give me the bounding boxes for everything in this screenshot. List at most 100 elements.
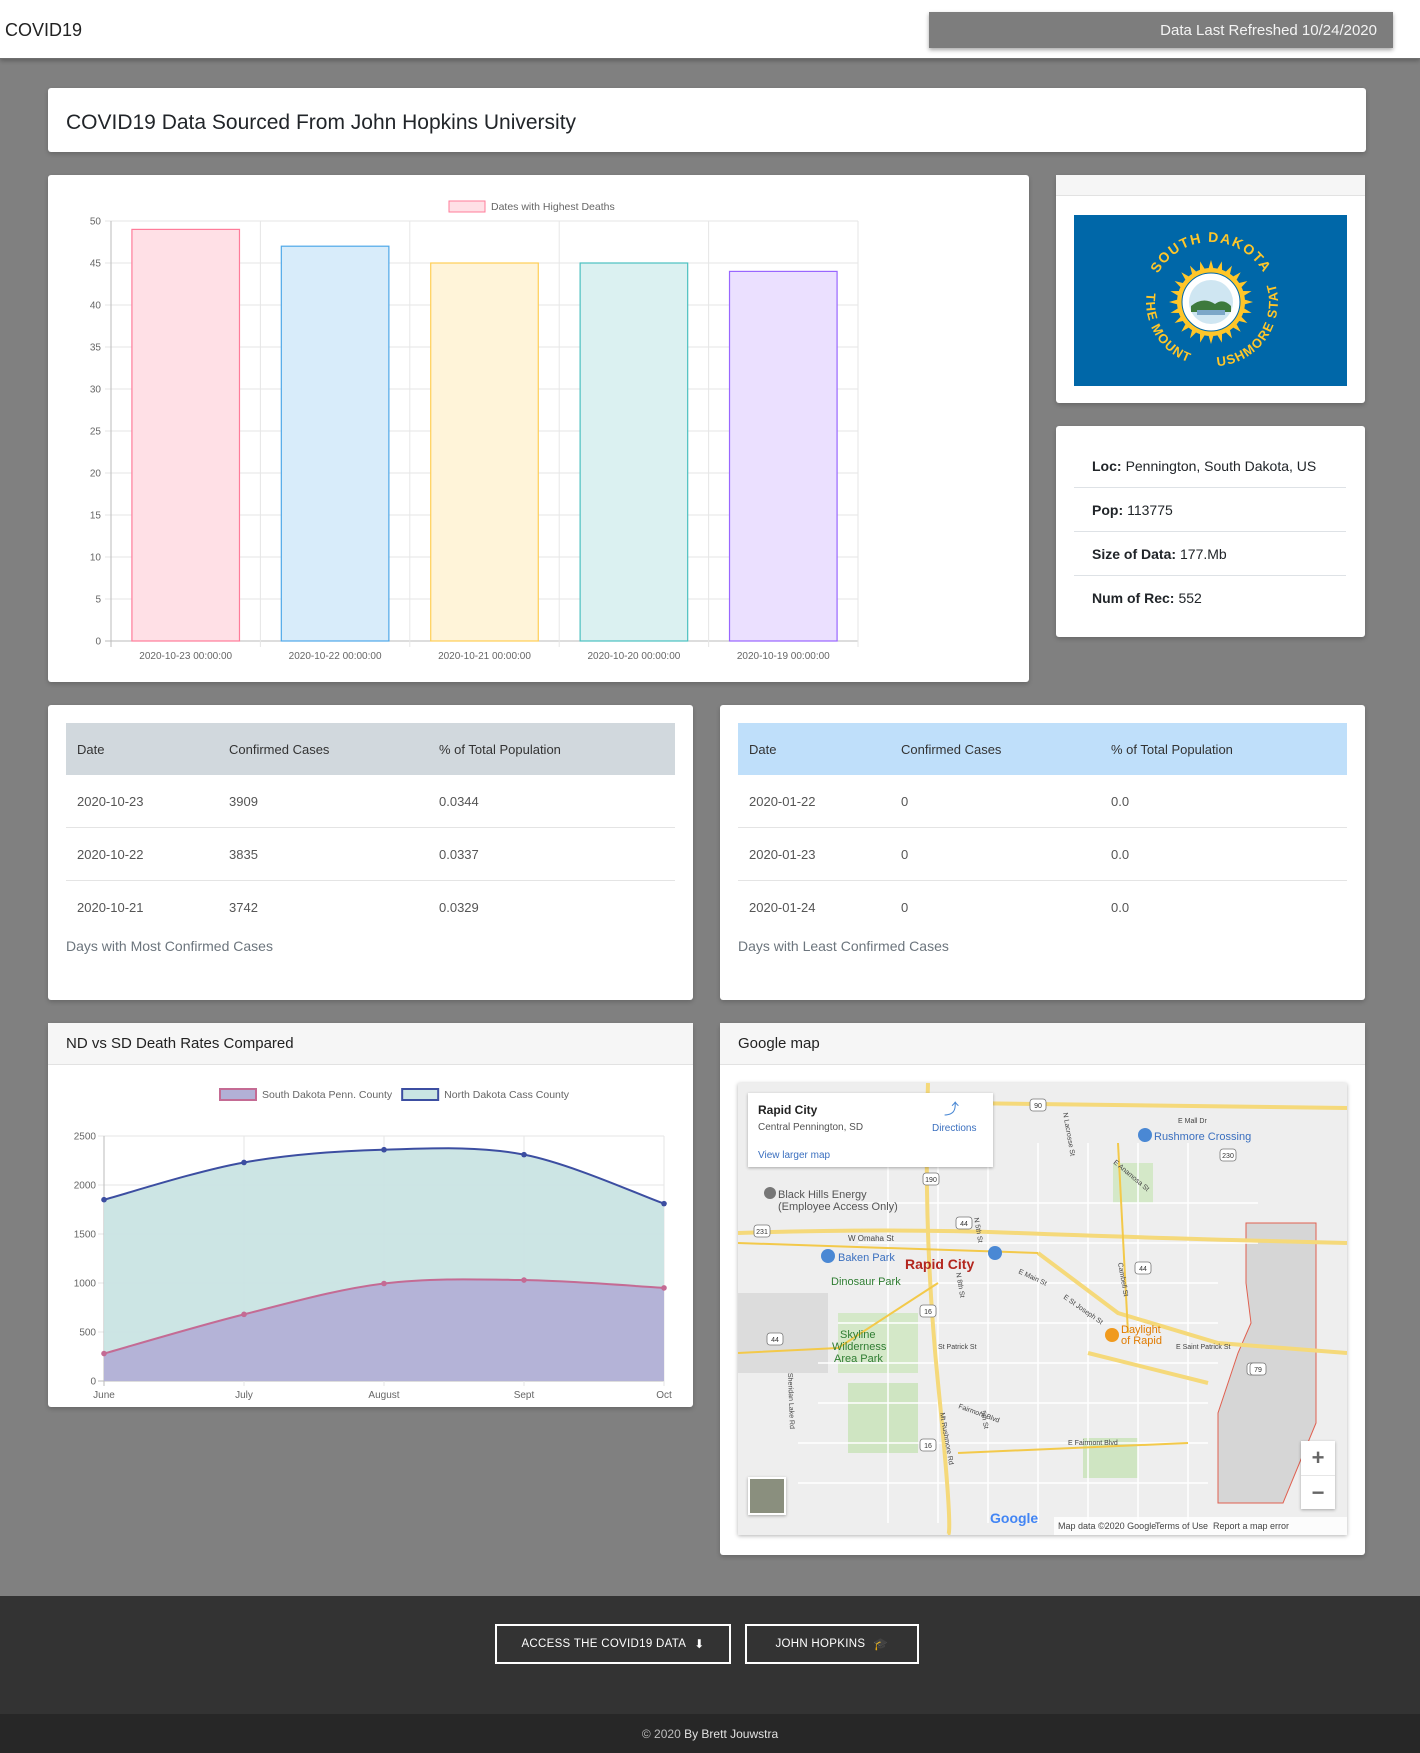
map-label-mall: E Mall Dr [1178, 1118, 1207, 1125]
size-value: 177.Mb [1180, 545, 1227, 562]
bar-mark [280, 245, 390, 642]
map-label-skyline-2: Wilderness [832, 1341, 887, 1353]
zoom-out-button[interactable]: − [1301, 1475, 1335, 1510]
bar-mark [728, 270, 838, 642]
directions-link[interactable]: Directions [932, 1123, 976, 1134]
highway-shield-label: 79 [1254, 1367, 1262, 1374]
table-row: 2020-10-23 3909 0.0344 [66, 775, 675, 828]
pop-label: Pop: [1092, 501, 1124, 518]
rec-label: Num of Rec: [1092, 590, 1175, 606]
refresh-status: Data Last Refreshed 10/24/2020 [929, 12, 1393, 48]
line-x-tick: July [235, 1390, 253, 1401]
most-cases-table: Date Confirmed Cases % of Total Populati… [66, 723, 675, 933]
highway-shield-label: 90 [1034, 1103, 1042, 1110]
cell-date: 2020-10-22 [66, 827, 218, 881]
line-legend-swatch [401, 1088, 440, 1101]
info-population: Pop: 113775 [1074, 488, 1346, 532]
south-dakota-flag: SOUTH DAKOTA THE MOUNT RUSHMORE STATE [1074, 215, 1347, 386]
col-percent: % of Total Population [439, 741, 561, 757]
line-y-tick: 1000 [74, 1279, 97, 1290]
bar-x-tick: 2020-10-20 00:00:00 [587, 651, 680, 662]
bar-chart-card: Dates with Highest Deaths 0 5 10 15 20 25 30 35… [48, 175, 1029, 682]
bar-mark [430, 262, 539, 642]
map-report-link[interactable]: Report a map error [1213, 1521, 1289, 1531]
map-zoom-controls: + − [1301, 1441, 1335, 1509]
cell-date: 2020-01-24 [749, 899, 816, 915]
bar-y-tick: 15 [90, 511, 102, 522]
map-terms-link[interactable]: Terms of Use [1155, 1521, 1208, 1531]
cell-date: 2020-01-23 [738, 827, 890, 881]
table-row: 2020-01-23 0 0.0 [738, 827, 1347, 881]
series-point [241, 1159, 247, 1166]
restaurant-pin-icon [1105, 1328, 1119, 1342]
shopping-pin-icon [1138, 1128, 1152, 1142]
cell-confirmed: 3909 [218, 775, 428, 828]
zoom-in-button[interactable]: + [1301, 1441, 1335, 1475]
google-logo: Google [990, 1510, 1038, 1526]
highway-shield-label: 231 [756, 1229, 768, 1236]
brand-title[interactable]: COVID19 [5, 20, 82, 41]
table-header-row: Date Confirmed Cases % of Total Populati… [738, 723, 1347, 775]
series-point [521, 1151, 527, 1158]
map-label-black-hills: Black Hills Energy [778, 1189, 867, 1201]
view-larger-map-link[interactable]: View larger map [758, 1150, 830, 1161]
col-percent: % of Total Population [1111, 741, 1233, 757]
line-y-tick: 1500 [74, 1230, 97, 1241]
size-label: Size of Data: [1092, 545, 1177, 562]
cell-confirmed: 3835 [218, 827, 428, 881]
line-x-tick: Oct [656, 1390, 672, 1401]
info-location: Loc: Pennington, South Dakota, US [1074, 444, 1346, 488]
map-card: Google map Black Hills Energy (Employee … [720, 1023, 1365, 1555]
cell-percent: 0.0337 [428, 827, 675, 881]
map-data-credit: Map data ©2020 Google [1058, 1521, 1156, 1531]
bar-y-tick: 30 [90, 385, 102, 396]
pop-value: 113775 [1127, 501, 1173, 518]
info-records: Num of Rec: 552 [1074, 576, 1346, 620]
top-navbar: COVID19 Data Last Refreshed 10/24/2020 [0, 0, 1420, 59]
series-point [101, 1196, 107, 1203]
cell-percent: 0.0 [1111, 899, 1130, 915]
line-legend-label: South Dakota Penn. County [262, 1089, 393, 1101]
bar-y-tick: 25 [90, 427, 102, 438]
col-confirmed: Confirmed Cases [901, 741, 1002, 757]
line-legend-label: North Dakota Cass County [444, 1089, 570, 1101]
loc-label: Loc: [1092, 457, 1122, 474]
map-place-name: Rapid City [758, 1103, 818, 1117]
cell-percent: 0.0344 [428, 775, 675, 828]
map-label-city: Rapid City [905, 1256, 974, 1272]
home-pin-icon [988, 1246, 1002, 1260]
bar-y-tick: 45 [90, 259, 102, 270]
table-row: 2020-01-24 0 0.0 [738, 881, 1347, 934]
refresh-text: Data Last Refreshed 10/24/2020 [1160, 21, 1377, 39]
directions-icon[interactable]: ⤴ [944, 1102, 959, 1117]
col-date: Date [77, 741, 105, 757]
series-point [381, 1280, 387, 1287]
least-cases-table: Date Confirmed Cases % of Total Populati… [738, 723, 1347, 933]
line-legend-swatch [219, 1088, 257, 1101]
highway-shield-label: 44 [1139, 1266, 1147, 1273]
bar-y-tick: 5 [95, 595, 101, 606]
line-chart-header: ND vs SD Death Rates Compared [48, 1023, 693, 1065]
satellite-toggle[interactable] [748, 1477, 786, 1515]
map-label-rushmore: Rushmore Crossing [1154, 1131, 1251, 1143]
title-card: COVID19 Data Sourced From John Hopkins U… [48, 88, 1366, 152]
map-label-baken: Baken Park [838, 1252, 895, 1264]
john-hopkins-button[interactable]: JOHN HOPKINS 🎓 [745, 1624, 919, 1664]
series-point [381, 1146, 387, 1153]
deaths-bar-chart: Dates with Highest Deaths 0 5 10 15 20 25 30 35… [90, 200, 859, 662]
least-cases-caption: Days with Least Confirmed Cases [738, 938, 949, 954]
col-date: Date [749, 741, 777, 757]
cell-percent: 0.0 [1100, 775, 1347, 828]
access-data-button[interactable]: ACCESS THE COVID19 DATA ⬇ [495, 1624, 731, 1664]
death-rate-line-chart: South Dakota Penn. County North Dakota Ca… [74, 1088, 672, 1401]
access-data-label: ACCESS THE COVID19 DATA [521, 1638, 687, 1650]
highway-shield-label: 190 [925, 1177, 937, 1184]
highway-shield-label: 44 [960, 1221, 968, 1228]
map-label-skyline-3: Area Park [834, 1353, 883, 1365]
map-label-e-st-patrick: E Saint Patrick St [1176, 1344, 1231, 1351]
cell-percent: 0.0329 [439, 899, 479, 915]
google-map[interactable]: Black Hills Energy (Employee Access Only… [738, 1083, 1347, 1535]
series-point [521, 1277, 527, 1283]
bar-legend: Dates with Highest Deaths [448, 200, 615, 213]
bar-legend-swatch [448, 200, 486, 213]
